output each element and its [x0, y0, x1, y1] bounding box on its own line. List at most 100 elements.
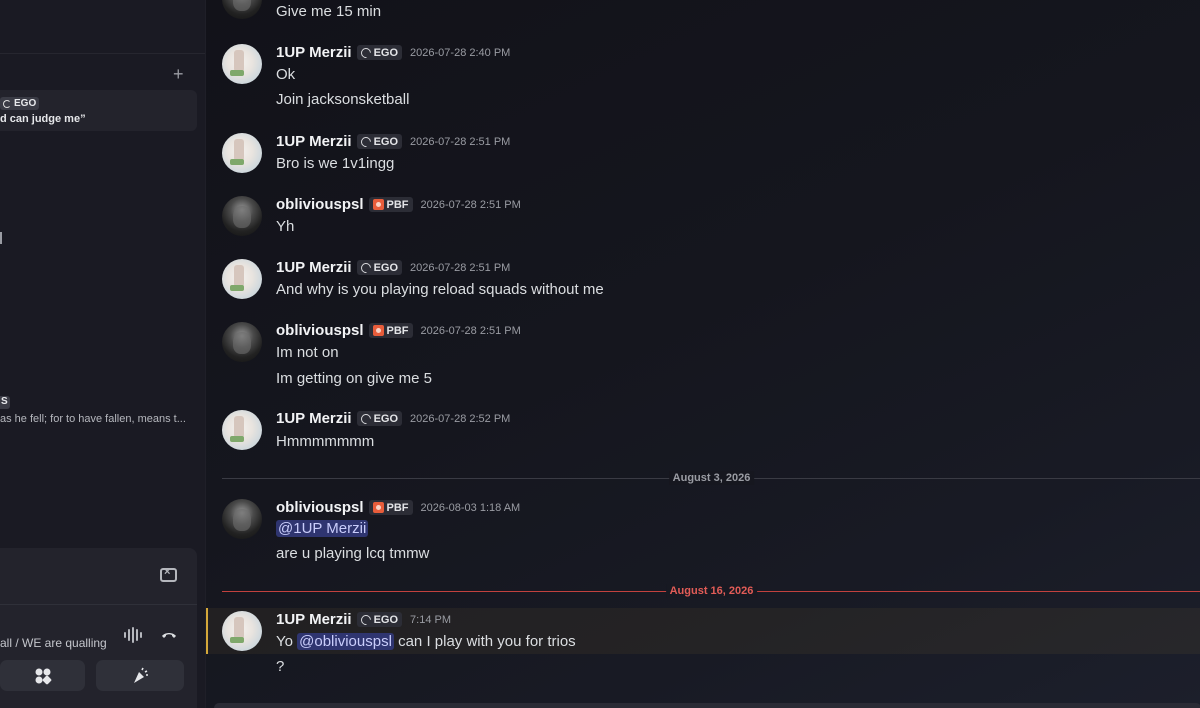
- message-header: 1UP Merzii EGO 2026-07-28 2:40 PM: [276, 44, 510, 61]
- message-header: 1UP Merzii EGO 2026-07-28 2:52 PM: [276, 410, 510, 427]
- message-text: Im not on: [276, 344, 339, 361]
- guild-tag[interactable]: EGO: [356, 260, 403, 275]
- guild-tag-label: PBF: [386, 501, 409, 514]
- avatar[interactable]: [222, 259, 262, 299]
- message-text: Im getting on give me 5: [276, 370, 432, 387]
- avatar[interactable]: [222, 44, 262, 84]
- guild-tag: EGO: [0, 97, 40, 110]
- message-text: Hmmmmmmm: [276, 433, 375, 450]
- moon-icon: [358, 411, 373, 426]
- activities-icon: [35, 668, 51, 684]
- pbf-badge-icon: [372, 199, 384, 210]
- message-header: 1UP Merzii EGO 2026-07-28 2:51 PM: [276, 259, 510, 276]
- timestamp: 2026-07-28 2:51 PM: [410, 261, 511, 274]
- guild-tag: S: [0, 396, 10, 409]
- avatar[interactable]: [222, 133, 262, 173]
- avatar[interactable]: [222, 0, 262, 19]
- timestamp: 2026-07-28 2:51 PM: [410, 135, 511, 148]
- avatar[interactable]: [222, 196, 262, 236]
- message-text: Give me 15 min: [276, 3, 382, 20]
- guild-tag-label: EGO: [373, 412, 399, 425]
- username[interactable]: 1UP Merzii: [276, 44, 352, 61]
- avatar[interactable]: [222, 410, 262, 450]
- moon-icon: [358, 45, 373, 60]
- message-header: obliviouspsl PBF 2026-07-28 2:51 PM: [276, 196, 521, 213]
- message-text: are u playing lcq tmmw: [276, 545, 430, 562]
- guild-tag-label: EGO: [373, 261, 399, 274]
- message-text-segment: Yo: [276, 633, 298, 650]
- message-composer[interactable]: [214, 703, 1200, 708]
- message-header: 1UP Merzii EGO 2026-07-28 2:51 PM: [276, 133, 510, 150]
- channel-sidebar: + EGO d can judge me” S as he fell; for …: [0, 0, 205, 708]
- username[interactable]: 1UP Merzii: [276, 611, 352, 628]
- message-header: obliviouspsl PBF 2026-08-03 1:18 AM: [276, 499, 520, 516]
- guild-tag[interactable]: EGO: [356, 411, 403, 426]
- dm-status-text: as he fell; for to have fallen, means t.…: [0, 413, 186, 425]
- timestamp: 2026-07-28 2:51 PM: [420, 324, 521, 337]
- username[interactable]: obliviouspsl: [276, 322, 364, 339]
- username[interactable]: 1UP Merzii: [276, 410, 352, 427]
- guild-tag-label: EGO: [373, 135, 399, 148]
- avatar[interactable]: [222, 611, 262, 651]
- message-text: ?: [276, 658, 285, 675]
- message-text: @1UP Merzii: [276, 520, 369, 537]
- disconnect-icon[interactable]: [160, 626, 178, 644]
- message-text: And why is you playing reload squads wit…: [276, 281, 604, 298]
- timestamp: 2026-07-28 2:40 PM: [410, 46, 511, 59]
- guild-tag[interactable]: EGO: [356, 612, 403, 627]
- message-text: Yo @obliviouspsl can I play with you for…: [276, 633, 576, 650]
- guild-tag-label: EGO: [373, 46, 399, 59]
- soundboard-icon: [134, 667, 148, 683]
- message-text: Ok: [276, 66, 296, 83]
- dm-status-text: d can judge me”: [0, 113, 86, 125]
- message-text-segment: can I play with you for trios: [393, 633, 576, 650]
- voice-panel: all / WE are qualling: [0, 548, 197, 708]
- message-header: obliviouspsl PBF 2026-07-28 2:51 PM: [276, 322, 521, 339]
- username[interactable]: obliviouspsl: [276, 499, 364, 516]
- activities-button[interactable]: [0, 660, 85, 691]
- username[interactable]: obliviouspsl: [276, 196, 364, 213]
- guild-tag-label: EGO: [373, 613, 399, 626]
- unread-indicator: [0, 232, 2, 244]
- moon-icon: [358, 134, 373, 149]
- dm-list-item-active[interactable]: EGO d can judge me”: [0, 90, 197, 131]
- user-mention[interactable]: @1UP Merzii: [276, 520, 369, 537]
- date-divider-label: August 16, 2026: [665, 584, 758, 598]
- message-text: Join jacksonsketball: [276, 91, 410, 108]
- message-header: 1UP Merzii EGO 7:14 PM: [276, 611, 451, 628]
- message-text: Bro is we 1v1ingg: [276, 155, 395, 172]
- new-messages-divider: August 16, 2026: [222, 584, 1200, 598]
- pbf-badge-icon: [372, 325, 384, 336]
- guild-tag[interactable]: EGO: [356, 134, 403, 149]
- voice-channel-status: all / WE are qualling: [0, 636, 107, 650]
- guild-tag-label: EGO: [14, 98, 37, 109]
- sidebar-header: [0, 0, 205, 54]
- moon-icon: [358, 260, 373, 275]
- guild-tag-label: PBF: [386, 198, 409, 211]
- timestamp: 2026-07-28 2:52 PM: [410, 412, 511, 425]
- guild-tag[interactable]: PBF: [368, 500, 413, 515]
- date-divider: August 3, 2026: [222, 471, 1200, 485]
- stop-screen-share-icon[interactable]: [160, 566, 177, 582]
- username[interactable]: 1UP Merzii: [276, 133, 352, 150]
- user-mention[interactable]: @obliviouspsl: [297, 633, 394, 650]
- timestamp: 2026-07-28 2:51 PM: [420, 198, 521, 211]
- guild-tag-label: PBF: [386, 324, 409, 337]
- timestamp: 2026-08-03 1:18 AM: [420, 501, 521, 514]
- pbf-badge-icon: [372, 502, 384, 513]
- date-divider-label: August 3, 2026: [668, 471, 755, 485]
- timestamp: 7:14 PM: [410, 613, 452, 626]
- soundboard-button[interactable]: [96, 660, 184, 691]
- divider: [0, 604, 197, 605]
- noise-suppression-icon[interactable]: [124, 627, 142, 643]
- avatar[interactable]: [222, 499, 262, 539]
- guild-tag[interactable]: PBF: [368, 197, 413, 212]
- avatar[interactable]: [222, 322, 262, 362]
- moon-icon: [358, 612, 373, 627]
- guild-tag[interactable]: PBF: [368, 323, 413, 338]
- chat-area: Give me 15 min 1UP Merzii EGO 2026-07-28…: [205, 0, 1200, 708]
- guild-tag[interactable]: EGO: [356, 45, 403, 60]
- add-dm-button[interactable]: +: [173, 64, 184, 84]
- username[interactable]: 1UP Merzii: [276, 259, 352, 276]
- moon-icon: [3, 99, 11, 108]
